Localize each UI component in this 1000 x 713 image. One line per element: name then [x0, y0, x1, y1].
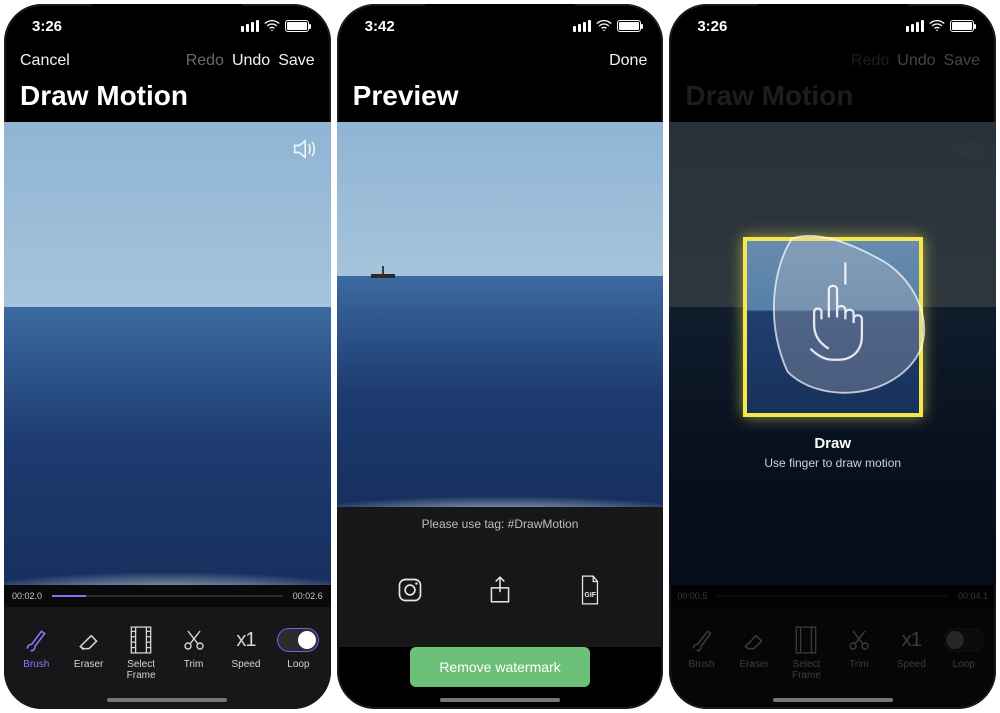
brush-icon	[689, 625, 715, 655]
eraser-icon	[741, 625, 767, 655]
draw-gesture-icon	[737, 211, 939, 413]
page-title: Draw Motion	[669, 74, 996, 122]
tool-trim[interactable]: Trim	[834, 625, 884, 670]
filmstrip-icon	[795, 625, 817, 655]
wifi-icon	[596, 20, 612, 32]
instagram-button[interactable]	[387, 567, 433, 613]
done-button[interactable]: Done	[609, 52, 647, 70]
phone-draw-motion: 3:26 Cancel Redo Undo Save Draw Motion	[4, 4, 331, 709]
video-canvas[interactable]	[337, 122, 664, 507]
remove-watermark-button[interactable]: Remove watermark	[410, 647, 590, 687]
timeline[interactable]: 00:02.0 00:02.6	[4, 585, 331, 607]
brush-icon	[23, 625, 49, 655]
share-icon	[487, 575, 513, 605]
notch	[92, 4, 242, 30]
tool-speed[interactable]: x1 Speed	[886, 625, 936, 670]
share-bar: GIF	[337, 541, 664, 647]
home-indicator[interactable]	[440, 698, 560, 702]
filmstrip-icon	[130, 625, 152, 655]
tool-brush[interactable]: Brush	[677, 625, 727, 670]
cancel-button[interactable]: Cancel	[20, 52, 70, 70]
time-start: 00:00.5	[677, 591, 707, 601]
speed-value: x1	[236, 629, 255, 652]
tool-select-frame[interactable]: Select Frame	[781, 625, 831, 681]
nav-bar: Done	[337, 48, 664, 74]
tool-loop[interactable]: Loop	[939, 625, 989, 670]
nav-bar: Redo Undo Save	[669, 48, 996, 74]
eraser-icon	[76, 625, 102, 655]
signal-icon	[573, 20, 591, 32]
tool-eraser[interactable]: Eraser	[729, 625, 779, 670]
speaker-icon[interactable]	[287, 132, 321, 166]
tool-trim[interactable]: Trim	[169, 625, 219, 670]
undo-button[interactable]: Undo	[897, 52, 935, 70]
tutorial-title: Draw	[814, 435, 851, 452]
nav-bar: Cancel Redo Undo Save	[4, 48, 331, 74]
status-time: 3:42	[365, 18, 395, 35]
tutorial-overlay[interactable]: Draw Use finger to draw motion	[669, 122, 996, 585]
video-canvas[interactable]: Draw Use finger to draw motion	[669, 122, 996, 585]
gif-badge: GIF	[584, 592, 596, 599]
redo-button[interactable]: Redo	[186, 52, 224, 70]
signal-icon	[906, 20, 924, 32]
scissors-icon	[182, 625, 206, 655]
video-canvas[interactable]	[4, 122, 331, 585]
tool-eraser[interactable]: Eraser	[64, 625, 114, 670]
battery-icon	[950, 20, 974, 32]
time-end: 00:02.6	[293, 591, 323, 601]
tool-brush[interactable]: Brush	[11, 625, 61, 670]
ship-graphic	[369, 268, 397, 278]
tool-speed[interactable]: x1 Speed	[221, 625, 271, 670]
gif-button[interactable]: GIF	[567, 567, 613, 613]
notch	[425, 4, 575, 30]
phone-tutorial: 3:26 Redo Undo Save Draw Motion	[669, 4, 996, 709]
tutorial-highlight	[743, 237, 923, 417]
battery-icon	[617, 20, 641, 32]
phone-preview: 3:42 Done Preview Please use tag: #DrawM…	[337, 4, 664, 709]
scissors-icon	[847, 625, 871, 655]
tool-select-frame[interactable]: Select Frame	[116, 625, 166, 681]
tool-loop[interactable]: Loop	[273, 625, 323, 670]
time-end: 00:04.1	[958, 591, 988, 601]
time-start: 00:02.0	[12, 591, 42, 601]
share-button[interactable]	[477, 567, 523, 613]
toolbar: Brush Eraser Select Frame Trim	[4, 607, 331, 709]
loop-toggle[interactable]	[943, 628, 985, 652]
redo-button[interactable]: Redo	[851, 52, 889, 70]
speed-value: x1	[902, 629, 921, 652]
wifi-icon	[929, 20, 945, 32]
home-indicator[interactable]	[107, 698, 227, 702]
loop-toggle[interactable]	[277, 628, 319, 652]
page-title: Preview	[337, 74, 664, 122]
page-title: Draw Motion	[4, 74, 331, 122]
notch	[758, 4, 908, 30]
tutorial-subtitle: Use finger to draw motion	[764, 456, 901, 470]
status-time: 3:26	[32, 18, 62, 35]
toolbar: Brush Eraser Select Frame Trim x1 Speed	[669, 607, 996, 709]
wifi-icon	[264, 20, 280, 32]
save-button[interactable]: Save	[278, 52, 314, 70]
signal-icon	[241, 20, 259, 32]
save-button[interactable]: Save	[944, 52, 980, 70]
status-time: 3:26	[697, 18, 727, 35]
hashtag-hint: Please use tag: #DrawMotion	[337, 507, 664, 541]
home-indicator[interactable]	[773, 698, 893, 702]
timeline[interactable]: 00:00.5 00:04.1	[669, 585, 996, 607]
instagram-icon	[396, 576, 424, 604]
battery-icon	[285, 20, 309, 32]
undo-button[interactable]: Undo	[232, 52, 270, 70]
file-icon	[576, 574, 604, 606]
